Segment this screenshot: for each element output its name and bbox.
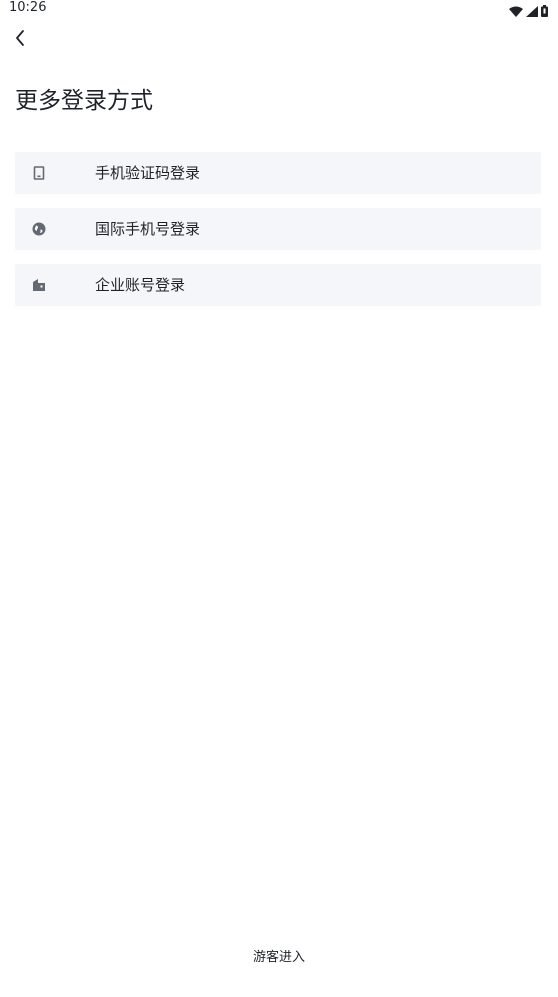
guest-entry-link[interactable]: 游客进入 (0, 948, 558, 968)
battery-icon (541, 2, 548, 21)
building-icon (31, 277, 47, 293)
globe-icon (31, 221, 47, 237)
option-label: 手机验证码登录 (95, 164, 201, 182)
phone-code-login-option[interactable]: 手机验证码登录 (15, 152, 541, 194)
option-label: 企业账号登录 (95, 276, 186, 294)
login-option-list: 手机验证码登录 国际手机号登录 企业账号登录 (15, 152, 541, 320)
signal-icon (526, 2, 538, 21)
status-bar: 10:26 (0, 0, 558, 17)
phone-icon (31, 165, 47, 181)
back-button[interactable] (8, 28, 32, 52)
option-label: 国际手机号登录 (95, 220, 201, 238)
status-icons (509, 2, 548, 21)
enterprise-account-login-option[interactable]: 企业账号登录 (15, 264, 541, 306)
status-time: 10:26 (9, 0, 47, 15)
page-title: 更多登录方式 (15, 88, 153, 114)
chevron-left-icon (14, 29, 26, 51)
wifi-icon (509, 2, 523, 21)
international-phone-login-option[interactable]: 国际手机号登录 (15, 208, 541, 250)
